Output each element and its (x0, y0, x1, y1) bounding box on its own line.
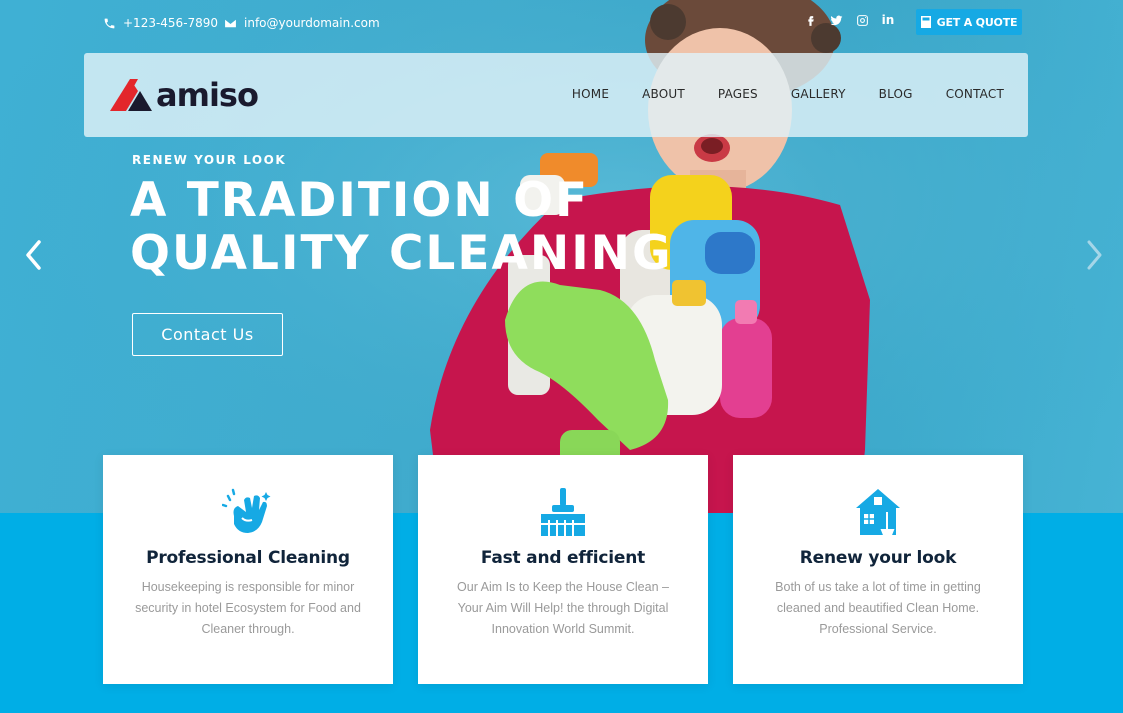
nav-item-blog[interactable]: BLOG (879, 87, 913, 101)
feature-description: Our Aim Is to Keep the House Clean – You… (457, 580, 669, 636)
slide-title-line-2: QUALITY CLEANING (130, 226, 673, 281)
phone-icon (104, 18, 115, 28)
broom-icon (541, 488, 585, 536)
hero-slider: +123-456-7890 info@yourdomain.com in GET… (0, 0, 1123, 513)
feature-title: Professional Cleaning (146, 548, 350, 568)
twitter-icon[interactable] (829, 13, 843, 27)
phone-number: +123-456-7890 (123, 16, 219, 30)
top-bar: +123-456-7890 info@yourdomain.com in GET… (0, 0, 1123, 46)
nav-item-home[interactable]: HOME (572, 87, 609, 101)
cleaning-hand-icon (222, 488, 271, 533)
get-a-quote-button[interactable]: GET A QUOTE (916, 9, 1022, 35)
site-logo[interactable]: amiso (108, 75, 259, 115)
feature-title: Fast and efficient (480, 548, 646, 568)
facebook-icon[interactable] (803, 13, 817, 27)
house-icon (856, 489, 900, 536)
slide-title-line-1: A TRADITION OF (130, 173, 590, 228)
nav-item-gallery[interactable]: GALLERY (791, 87, 846, 101)
nav-item-contact[interactable]: CONTACT (946, 87, 1004, 101)
feature-card: Professional Cleaning Housekeeping is re… (103, 455, 393, 684)
email-contact[interactable]: info@yourdomain.com (224, 16, 380, 30)
slider-next-arrow-icon[interactable] (1082, 236, 1108, 274)
feature-card: Renew your look Both of us take a lot of… (733, 455, 1023, 684)
logo-mark-icon (110, 79, 152, 111)
social-links: in (803, 13, 895, 27)
feature-description: Both of us take a lot of time in getting… (775, 580, 981, 636)
nav-item-pages[interactable]: PAGES (718, 87, 758, 101)
main-navbar: amiso HOME ABOUT PAGES GALLERY BLOG CONT… (84, 53, 1028, 137)
feature-description: Housekeeping is responsible for minor se… (135, 580, 361, 636)
email-address: info@yourdomain.com (244, 16, 380, 30)
envelope-icon (225, 19, 236, 27)
feature-card: Fast and efficient Our Aim Is to Keep th… (418, 455, 708, 684)
phone-contact[interactable]: +123-456-7890 (103, 16, 218, 30)
slide-title: A TRADITION OF QUALITY CLEANING (130, 174, 673, 280)
slide-tagline: RENEW YOUR LOOK (132, 153, 287, 167)
linkedin-icon[interactable]: in (881, 13, 895, 27)
feature-title: Renew your look (799, 548, 957, 568)
logo-text: amiso (156, 76, 259, 114)
nav-item-about[interactable]: ABOUT (642, 87, 685, 101)
calculator-icon (920, 16, 931, 28)
instagram-icon[interactable] (855, 13, 869, 27)
contact-us-button[interactable]: Contact Us (132, 313, 283, 356)
slider-prev-arrow-icon[interactable] (20, 236, 46, 274)
nav-menu: HOME ABOUT PAGES GALLERY BLOG CONTACT (572, 87, 1004, 101)
get-a-quote-label: GET A QUOTE (936, 15, 1018, 29)
